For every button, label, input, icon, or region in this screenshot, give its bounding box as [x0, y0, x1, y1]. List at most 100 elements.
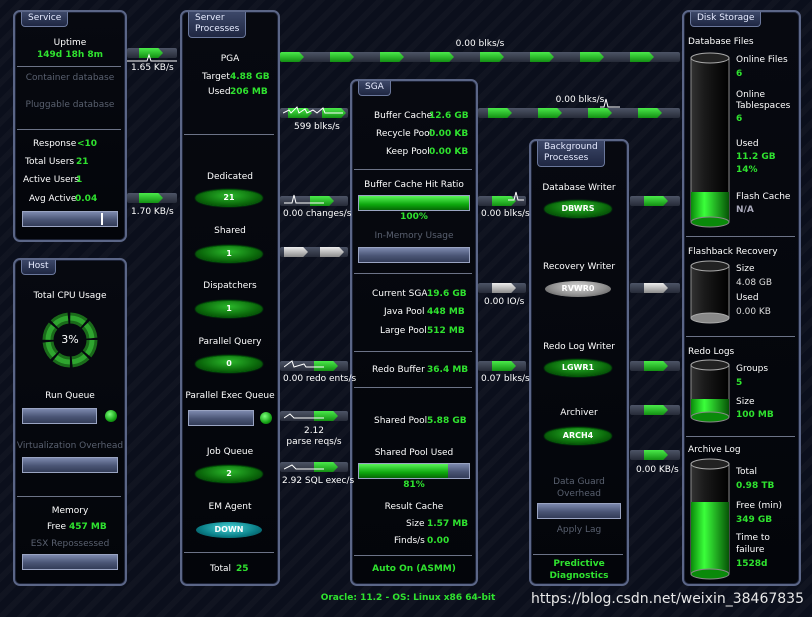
- java-pool-value: 448 MB: [427, 307, 465, 317]
- total-users-label: Total Users: [25, 157, 75, 167]
- server-processes-title[interactable]: Server Processes: [188, 12, 247, 38]
- recovery-writer-status[interactable]: RVWR0: [545, 281, 611, 297]
- job-queue-count[interactable]: 2: [196, 466, 262, 482]
- response-label: Response: [33, 139, 77, 149]
- java-pool-label: Java Pool: [384, 307, 425, 317]
- large-pool-value: 512 MB: [427, 326, 465, 336]
- data-guard-label-line1: Data Guard: [553, 477, 605, 487]
- shared-pool-value: 5.88 GB: [427, 416, 467, 426]
- host-panel: Host Total CPU Usage 3% Run Queue Virtua…: [13, 258, 127, 586]
- parallel-query-count[interactable]: 0: [196, 356, 262, 372]
- background-processes-title[interactable]: Background Processes: [537, 141, 605, 167]
- flow-sga-bg-label: 0.00 blks/s: [481, 209, 530, 219]
- predictive-diagnostics-line2[interactable]: Diagnostics: [531, 571, 627, 582]
- esx-label: ESX Repossessed: [30, 539, 110, 549]
- db-used-value: 11.2 GB: [736, 152, 776, 162]
- disk-storage-panel: Disk Storage Database Files Online Files…: [682, 10, 801, 586]
- sparkline: [127, 53, 177, 62]
- shared-label: Shared: [214, 226, 246, 236]
- disk-storage-title[interactable]: Disk Storage: [690, 12, 762, 27]
- archive-free-value: 349 GB: [736, 515, 773, 525]
- flashback-size-value: 4.08 GB: [736, 278, 773, 288]
- avg-active-label: Avg Active: [29, 194, 77, 204]
- flow-pipe: [478, 361, 526, 371]
- flow-pipe: [127, 193, 177, 203]
- flow-service-server-label-2: 1.70 KB/s: [131, 207, 174, 217]
- run-queue-status-icon: [105, 410, 117, 422]
- redo-buffer-value: 36.4 MB: [427, 365, 469, 375]
- sga-title[interactable]: SGA: [358, 81, 391, 96]
- buffer-cache-label: Buffer Cache: [374, 111, 433, 121]
- memory-free-value: 457 MB: [69, 522, 107, 532]
- hit-ratio-label: Buffer Cache Hit Ratio: [364, 180, 464, 190]
- flashback-size-label: Size: [736, 264, 755, 274]
- shared-pool-used-value: 81%: [403, 480, 425, 490]
- large-pool-label: Large Pool: [380, 326, 427, 336]
- pga-target-value: 4.88 GB: [230, 72, 270, 82]
- archive-free-label: Free (min): [736, 501, 782, 511]
- archiver-status[interactable]: ARCH4: [545, 428, 611, 444]
- archive-log-cylinder: [690, 458, 730, 580]
- auto-on-status[interactable]: Auto On (ASMM): [352, 564, 476, 575]
- divider: [354, 169, 472, 170]
- shared-pool-used-bar: [358, 463, 470, 479]
- database-writer-status[interactable]: DBWRS: [545, 201, 611, 217]
- pga-used-label: Used: [208, 87, 231, 97]
- divider: [686, 436, 795, 437]
- sparkline: [508, 191, 524, 201]
- database-files-label: Database Files: [688, 37, 754, 47]
- em-agent-status[interactable]: DOWN: [196, 522, 262, 538]
- parallel-exec-queue-label: Parallel Exec Queue: [185, 391, 275, 401]
- predictive-diagnostics-line1[interactable]: Predictive: [531, 559, 627, 570]
- sparkline: [284, 360, 324, 368]
- flow-redo-label: 0.00 redo ents/s: [283, 374, 357, 384]
- archive-total-label: Total: [736, 467, 758, 477]
- flow-pipe: [630, 361, 680, 371]
- pga-label: PGA: [220, 54, 240, 64]
- archive-log-label: Archive Log: [688, 445, 741, 455]
- total-label: Total: [210, 564, 232, 574]
- data-guard-bar: [537, 503, 621, 519]
- ttf-value: 1528d: [736, 559, 768, 569]
- dedicated-count[interactable]: 21: [196, 190, 262, 206]
- memory-free-label: Free: [47, 522, 67, 532]
- total-value: 25: [236, 564, 249, 574]
- em-agent-label: EM Agent: [208, 502, 252, 512]
- keep-pool-value: 0.00 KB: [429, 147, 469, 157]
- redo-groups-value: 5: [736, 378, 743, 388]
- host-title[interactable]: Host: [21, 260, 56, 275]
- server-processes-panel: Server Processes PGA Target 4.88 GB Used…: [180, 10, 280, 586]
- flow-pipe-top: [280, 52, 680, 62]
- pluggable-db-label: Pluggable database: [25, 100, 115, 110]
- flashback-used-label: Used: [736, 293, 759, 303]
- dedicated-label: Dedicated: [207, 172, 253, 182]
- footer-version: Oracle: 11.2 - OS: Linux x86 64-bit: [320, 593, 496, 603]
- redo-log-writer-status[interactable]: LGWR1: [545, 360, 611, 376]
- pga-target-label: Target: [202, 72, 230, 82]
- service-title[interactable]: Service: [21, 12, 69, 27]
- database-writer-label: Database Writer: [542, 183, 616, 193]
- buffer-cache-value: 12.6 GB: [429, 111, 469, 121]
- watermark: https://blog.csdn.net/weixin_38467835: [530, 591, 804, 607]
- shared-count[interactable]: 1: [196, 246, 262, 262]
- divider: [533, 554, 623, 555]
- flashback-used-value: 0.00 KB: [736, 307, 771, 317]
- uptime-value: 149d 18h 8m: [36, 50, 104, 60]
- flash-cache-label: Flash Cache: [736, 192, 791, 202]
- flow-sga-bg-label-2: 0.07 blks/s: [481, 374, 530, 384]
- bg-title-line1: Background: [544, 142, 598, 152]
- uptime-label: Uptime: [53, 38, 87, 48]
- flow-pipe: [630, 450, 680, 460]
- run-queue-label: Run Queue: [45, 391, 95, 401]
- ttf-label-line1: Time to: [736, 533, 770, 543]
- flashback-cylinder: [690, 260, 730, 324]
- online-tablespaces-value: 6: [736, 114, 743, 124]
- flow-archive-label: 0.00 KB/s: [636, 465, 679, 475]
- inmemory-bar: [358, 247, 470, 263]
- dispatchers-count[interactable]: 1: [196, 301, 262, 317]
- hit-ratio-bar: [358, 195, 470, 211]
- flow-parse-label: parse reqs/s: [286, 437, 342, 447]
- flow-io-label: 0.00 IO/s: [484, 297, 525, 307]
- divider: [184, 134, 274, 135]
- service-panel: Service Uptime 149d 18h 8m Container dat…: [13, 10, 127, 242]
